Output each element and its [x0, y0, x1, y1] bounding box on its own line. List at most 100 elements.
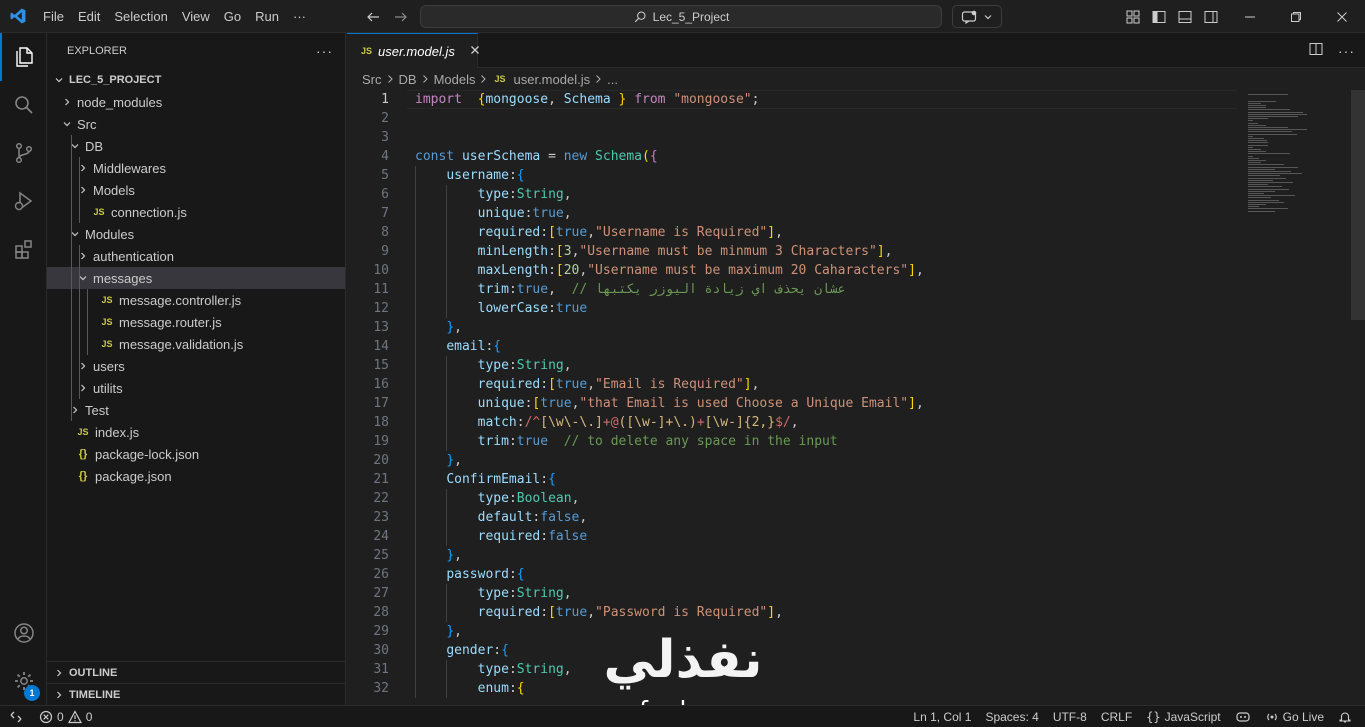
accounts-icon[interactable]: [0, 609, 47, 657]
code-line[interactable]: default:false,: [415, 508, 1235, 527]
customize-layout-icon[interactable]: [1124, 8, 1141, 25]
breadcrumb-item[interactable]: DB: [399, 72, 417, 87]
folder-item[interactable]: utilits: [47, 377, 345, 399]
breadcrumb-item[interactable]: user.model.js: [514, 72, 591, 87]
folder-item[interactable]: messages: [47, 267, 345, 289]
remote-icon[interactable]: [0, 706, 32, 727]
code-line[interactable]: type:String,: [415, 660, 1235, 679]
source-control-icon[interactable]: [0, 129, 47, 177]
file-item[interactable]: JS message.router.js: [47, 311, 345, 333]
menu-item-file[interactable]: File: [36, 0, 71, 33]
go-live-button[interactable]: Go Live: [1258, 706, 1331, 727]
code-line[interactable]: required:[true,"Email is Required"],: [415, 375, 1235, 394]
vscode-logo-icon[interactable]: [0, 0, 36, 33]
folder-item[interactable]: Modules: [47, 223, 345, 245]
code-line[interactable]: lowerCase:true: [415, 299, 1235, 318]
menu-item-view[interactable]: View: [175, 0, 217, 33]
code-line[interactable]: required:[true,"Password is Required"],: [415, 603, 1235, 622]
copilot-status-icon[interactable]: [1228, 706, 1258, 727]
code-editor[interactable]: 1 2 3 4 5 6 7 8 9 10 11 12 13 14 15 16 17 18 19 20 21 22 23 24 2…: [347, 90, 1365, 705]
file-item[interactable]: JS message.controller.js: [47, 289, 345, 311]
code-line[interactable]: username:{: [415, 166, 1235, 185]
code-line[interactable]: type:String,: [415, 356, 1235, 375]
code-line[interactable]: type:String,: [415, 185, 1235, 204]
menu-item-run[interactable]: Run: [248, 0, 286, 33]
folder-item[interactable]: DB: [47, 135, 345, 157]
code-line[interactable]: trim:true // to delete any space in the …: [415, 432, 1235, 451]
code-line[interactable]: },: [415, 318, 1235, 337]
breadcrumb-item[interactable]: Src: [362, 72, 382, 87]
code-line[interactable]: gender:{: [415, 641, 1235, 660]
breadcrumb-item[interactable]: Models: [434, 72, 476, 87]
code-line[interactable]: },: [415, 622, 1235, 641]
folder-item[interactable]: Test: [47, 399, 345, 421]
indentation[interactable]: Spaces: 4: [978, 706, 1045, 727]
code-lines[interactable]: import {mongoose, Schema } from "mongoos…: [415, 90, 1235, 698]
code-line[interactable]: [415, 128, 1235, 147]
file-item[interactable]: {} package.json: [47, 465, 345, 487]
copilot-button[interactable]: [952, 5, 1002, 28]
code-line[interactable]: required:[true,"Username is Required"],: [415, 223, 1235, 242]
toggle-panel-icon[interactable]: [1176, 8, 1193, 25]
timeline-section[interactable]: TIMELINE: [47, 683, 345, 705]
file-item[interactable]: JS connection.js: [47, 201, 345, 223]
code-line[interactable]: type:Boolean,: [415, 489, 1235, 508]
menu-item-go[interactable]: Go: [217, 0, 248, 33]
encoding[interactable]: UTF-8: [1046, 706, 1094, 727]
search-icon[interactable]: [0, 81, 47, 129]
code-line[interactable]: const userSchema = new Schema({: [415, 147, 1235, 166]
code-line[interactable]: required:false: [415, 527, 1235, 546]
outline-section[interactable]: OUTLINE: [47, 661, 345, 683]
folder-item[interactable]: users: [47, 355, 345, 377]
tab-user-model[interactable]: JS user.model.js: [347, 33, 481, 68]
code-line[interactable]: maxLength:[20, "Username must be maximum …: [415, 261, 1235, 280]
menu-item-edit[interactable]: Edit: [71, 0, 107, 33]
minimap[interactable]: [1242, 90, 1352, 250]
code-line[interactable]: minLength:[3, "Username must be minmum 3 …: [415, 242, 1235, 261]
more-actions-icon[interactable]: ···: [1338, 43, 1355, 59]
code-line[interactable]: unique:[true,"that Email is used Choose …: [415, 394, 1235, 413]
back-arrow-icon[interactable]: [364, 8, 382, 26]
problems-indicator[interactable]: 0 0: [32, 706, 99, 727]
minimize-icon[interactable]: [1227, 0, 1273, 33]
toggle-primary-sidebar-icon[interactable]: [1150, 8, 1167, 25]
close-tab-icon[interactable]: [469, 43, 481, 59]
explorer-more-actions[interactable]: ···: [316, 43, 333, 59]
file-item[interactable]: JS index.js: [47, 421, 345, 443]
notifications-icon[interactable]: [1331, 706, 1359, 727]
folder-item[interactable]: Src: [47, 113, 345, 135]
code-line[interactable]: enum:{: [415, 679, 1235, 698]
code-line[interactable]: match:/^[\w\-\.]+@([\w-]+\.)+[\w-]{2,}$/…: [415, 413, 1235, 432]
code-line[interactable]: password:{: [415, 565, 1235, 584]
code-line[interactable]: type:String,: [415, 584, 1235, 603]
folder-item[interactable]: Models: [47, 179, 345, 201]
code-line[interactable]: trim:true, // عشان يحذف اي زيادة اليوزر …: [415, 280, 1235, 299]
command-center-search[interactable]: Lec_5_Project: [420, 5, 942, 28]
folder-item[interactable]: Middlewares: [47, 157, 345, 179]
project-root[interactable]: LEC_5_PROJECT: [47, 69, 345, 91]
folder-item[interactable]: authentication: [47, 245, 345, 267]
end-of-line[interactable]: CRLF: [1094, 706, 1139, 727]
code-line[interactable]: email:{: [415, 337, 1235, 356]
close-window-icon[interactable]: [1319, 0, 1365, 33]
code-line[interactable]: [415, 109, 1235, 128]
language-mode[interactable]: {} JavaScript: [1139, 706, 1227, 727]
toggle-secondary-sidebar-icon[interactable]: [1202, 8, 1219, 25]
explorer-icon[interactable]: [0, 33, 47, 81]
code-line[interactable]: import {mongoose, Schema } from "mongoos…: [415, 90, 1235, 109]
run-debug-icon[interactable]: [0, 177, 47, 225]
editor-scrollbar[interactable]: [1351, 90, 1365, 320]
manage-gear-icon[interactable]: 1: [0, 657, 47, 705]
split-editor-icon[interactable]: [1308, 41, 1324, 60]
file-item[interactable]: {} package-lock.json: [47, 443, 345, 465]
extensions-icon[interactable]: [0, 225, 47, 273]
menu-item-selection[interactable]: Selection: [107, 0, 174, 33]
code-line[interactable]: },: [415, 546, 1235, 565]
breadcrumb-item[interactable]: ...: [607, 72, 618, 87]
code-line[interactable]: },: [415, 451, 1235, 470]
cursor-position[interactable]: Ln 1, Col 1: [906, 706, 978, 727]
folder-item[interactable]: node_modules: [47, 91, 345, 113]
code-line[interactable]: ConfirmEmail:{: [415, 470, 1235, 489]
code-line[interactable]: unique:true,: [415, 204, 1235, 223]
menu-item-more[interactable]: ···: [286, 0, 313, 33]
